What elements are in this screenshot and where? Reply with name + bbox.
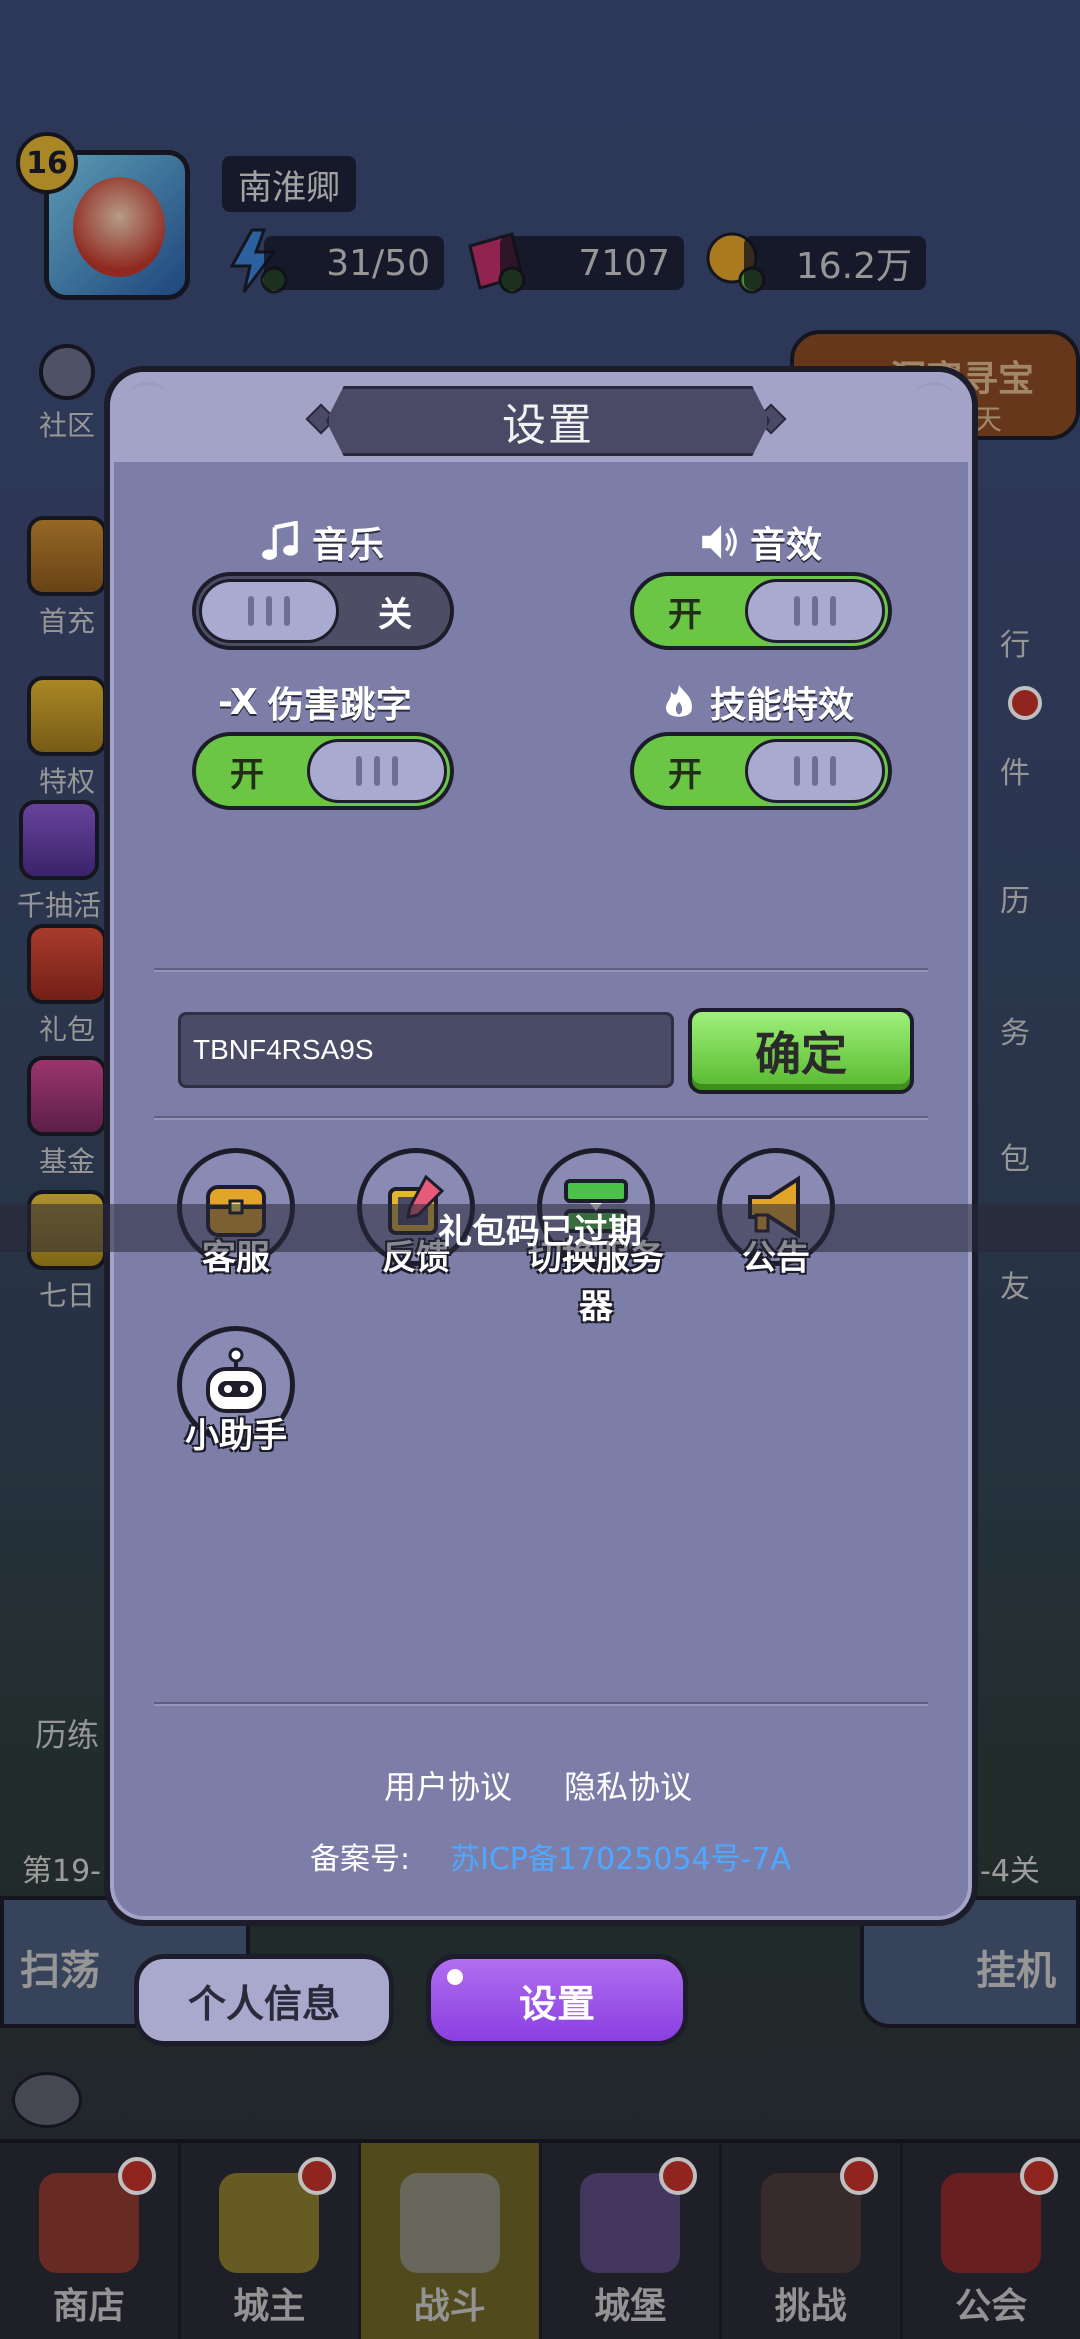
corner-ornament [128, 382, 168, 412]
confirm-button[interactable]: 确定 [688, 1008, 914, 1094]
damage-number-icon: -X [218, 681, 258, 723]
gift-code-input[interactable] [178, 1012, 674, 1088]
icp-number-link[interactable]: 苏ICP备17025054号-7A [450, 1834, 791, 1878]
toggle-knob [745, 739, 885, 803]
skill-effects-toggle[interactable]: 开 [630, 732, 892, 810]
corner-ornament [914, 382, 954, 412]
sound-effects-state: 开 [668, 594, 702, 635]
tab-profile[interactable]: 个人信息 [134, 1954, 394, 2046]
user-agreement-link[interactable]: 用户协议 [384, 1762, 512, 1808]
toggle-knob [199, 579, 339, 643]
music-state: 关 [378, 594, 412, 635]
divider [154, 1116, 928, 1120]
toggle-knob [307, 739, 447, 803]
damage-number-state: 开 [230, 754, 264, 795]
skill-effects-label: 技能特效 [658, 676, 854, 728]
divider [154, 968, 928, 972]
modal-title: 设置 [502, 400, 594, 451]
title-plate: 设置 [326, 386, 770, 456]
flame-icon [666, 685, 692, 717]
toast-message: 礼包码已过期 [0, 1204, 1080, 1252]
music-note-icon [262, 521, 298, 560]
damage-number-toggle[interactable]: 开 [192, 732, 454, 810]
privacy-policy-link[interactable]: 隐私协议 [564, 1762, 692, 1808]
speaker-icon [702, 525, 737, 559]
settings-modal: 设置 音乐 关 音效 开 -X 伤害跳字 开 技能特效 开 TBNF4RSA9S… [104, 366, 978, 1926]
sound-effects-toggle[interactable]: 开 [630, 572, 892, 650]
damage-number-label: -X 伤害跳字 [218, 681, 412, 727]
skill-effects-state: 开 [668, 754, 702, 795]
music-toggle[interactable]: 关 [192, 572, 454, 650]
music-label: 音乐 [260, 516, 384, 568]
tab-settings[interactable]: 设置 [426, 1954, 688, 2046]
assistant-button[interactable]: 小助手 [156, 1326, 316, 1457]
divider [154, 1702, 928, 1706]
icp-label: 备案号: [310, 1842, 411, 1877]
toggle-knob [745, 579, 885, 643]
sound-effects-label: 音效 [698, 516, 822, 568]
